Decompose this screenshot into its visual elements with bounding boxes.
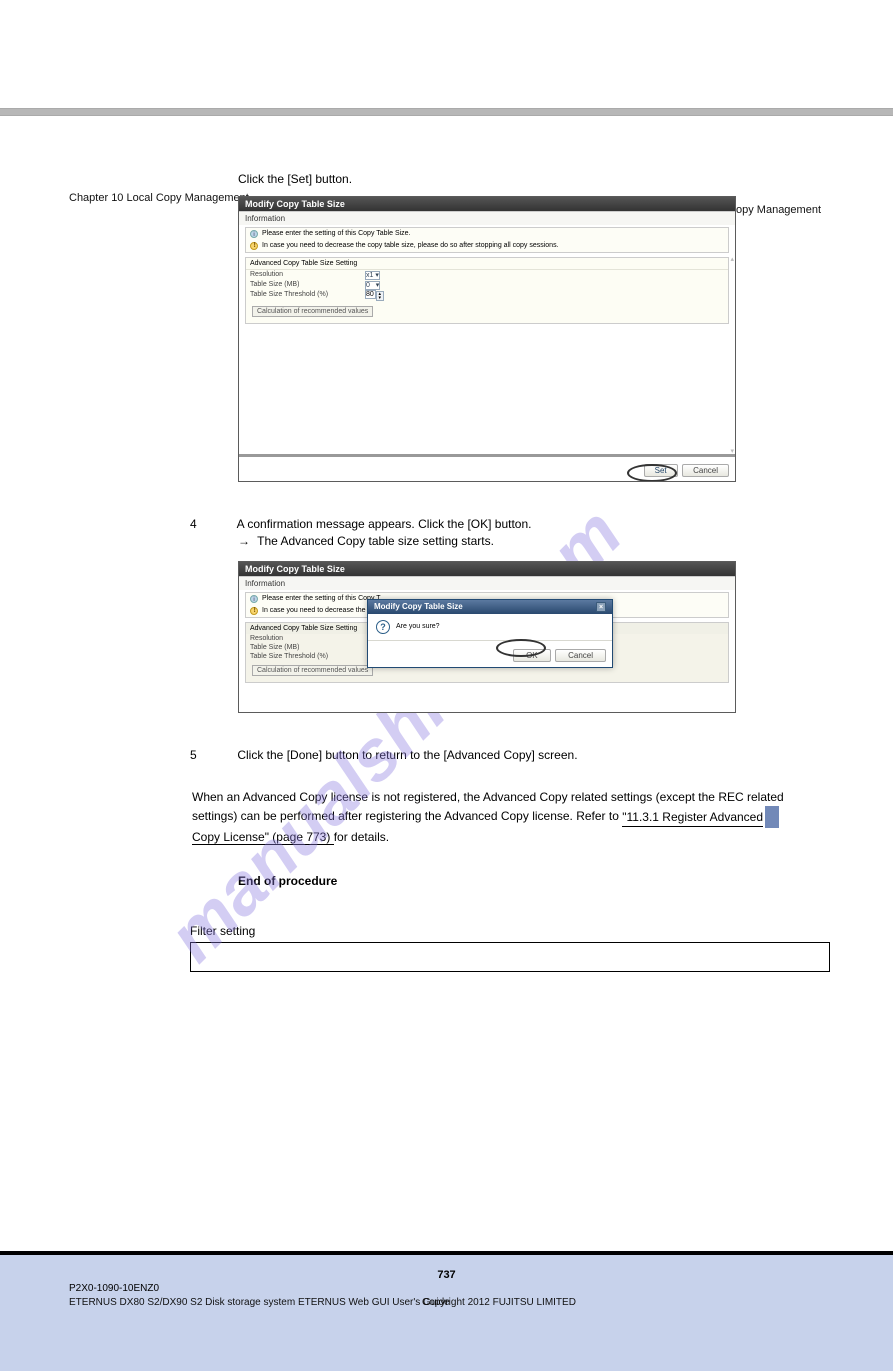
step-4: 4 A confirmation message appears. Click … xyxy=(190,516,823,551)
license-link[interactable]: "11.3.1 Register Advanced xyxy=(622,808,763,827)
header-divider xyxy=(0,108,893,116)
step-4-number: 4 xyxy=(190,516,234,533)
tablesize-select[interactable]: 0 ▾ xyxy=(365,281,380,290)
dialog-cancel-button[interactable]: Cancel xyxy=(555,649,606,662)
threshold-label: Table Size Threshold (%) xyxy=(250,291,365,301)
scroll-indicator-bottom: ▾ xyxy=(730,447,734,455)
note-block: When an Advanced Copy license is not reg… xyxy=(192,788,823,846)
confirm-dialog: Modify Copy Table Size × ? Are you sure?… xyxy=(367,599,613,668)
doc-id: P2X0-1090-10ENZ0 xyxy=(69,1283,159,1294)
resolution-select[interactable]: x1 ▾ xyxy=(365,271,380,280)
threshold-spin-up-down[interactable]: ▴▾ xyxy=(376,291,384,301)
step-4-text-a: A confirmation message appears. Click th… xyxy=(237,517,532,531)
scroll-indicator-top: ▴ xyxy=(730,255,734,263)
dialog-footer: OK Cancel xyxy=(368,640,612,667)
resolution-label: Resolution xyxy=(250,271,365,279)
step-3-text: Click the [Set] button. xyxy=(238,172,823,186)
info-text-1: Please enter the setting of this Copy Ta… xyxy=(262,230,411,237)
step-4-text-b: The Advanced Copy table size setting sta… xyxy=(257,534,494,548)
info-icon-2: i xyxy=(250,595,258,603)
note-line2: settings) can be performed after registe… xyxy=(192,809,622,823)
info-heading: Information xyxy=(239,211,735,225)
note-line1: When an Advanced Copy license is not reg… xyxy=(192,790,784,804)
settings-section: Advanced Copy Table Size Setting Resolut… xyxy=(245,257,729,324)
license-link-line2[interactable]: Copy License" (page 773) xyxy=(192,830,334,845)
row-tablesize: Table Size (MB) 0 ▾ xyxy=(246,280,728,290)
dialog-message: Are you sure? xyxy=(396,623,440,630)
tablesize-label: Table Size (MB) xyxy=(250,281,365,289)
dialog-title: Modify Copy Table Size xyxy=(374,602,463,612)
info-line-2: In case you need to decrease the copy ta… xyxy=(246,240,728,252)
info-text-2b: In case you need to decrease the copy xyxy=(262,607,382,614)
warning-icon-2 xyxy=(250,607,258,615)
copyright: Copyright 2012 FUJITSU LIMITED xyxy=(422,1297,576,1308)
set-button-highlight-circle xyxy=(627,464,677,482)
chapter-header: Chapter 10 Local Copy Management xyxy=(69,192,249,204)
step-5-number: 5 xyxy=(190,747,234,764)
note-tail: for details. xyxy=(334,830,389,844)
doc-id-and-title: ETERNUS DX80 S2/DX90 S2 Disk storage sys… xyxy=(69,1297,450,1308)
filter-setting-frame xyxy=(190,942,830,972)
step-5: 5 Click the [Done] button to return to t… xyxy=(190,747,823,764)
dialog-body: ? Are you sure? xyxy=(368,614,612,640)
question-icon: ? xyxy=(376,620,390,634)
settings-section-title: Advanced Copy Table Size Setting xyxy=(246,258,728,270)
page-number: 737 xyxy=(437,1269,455,1281)
close-icon[interactable]: × xyxy=(596,602,606,612)
dialog-titlebar: Modify Copy Table Size × xyxy=(368,600,612,614)
info-heading-2: Information xyxy=(239,576,735,590)
page-footer: 737 ETERNUS DX80 S2/DX90 S2 Disk storage… xyxy=(0,1251,893,1371)
info-text-2: In case you need to decrease the copy ta… xyxy=(262,242,559,249)
calc-recommended-button[interactable]: Calculation of recommended values xyxy=(252,306,373,317)
screenshot-1-window: Modify Copy Table Size Information i Plea… xyxy=(238,196,736,482)
chapter-prefix: Chapter 10 Local Copy Management xyxy=(69,192,249,204)
window-title: Modify Copy Table Size xyxy=(239,197,735,211)
ok-button-highlight-circle xyxy=(496,639,546,657)
threshold-spinner[interactable]: 80 xyxy=(365,290,376,299)
calc-recommended-button-2[interactable]: Calculation of recommended values xyxy=(252,665,373,676)
info-icon: i xyxy=(250,230,258,238)
footer-body: 737 ETERNUS DX80 S2/DX90 S2 Disk storage… xyxy=(0,1255,893,1371)
cancel-button[interactable]: Cancel xyxy=(682,464,729,477)
window-footer: Set Cancel xyxy=(239,454,735,481)
warning-icon xyxy=(250,242,258,250)
page-ref-marker xyxy=(765,806,779,828)
row-resolution: Resolution x1 ▾ xyxy=(246,270,728,280)
end-of-procedure: End of procedure xyxy=(238,874,823,888)
row-threshold: Table Size Threshold (%) 80▴▾ xyxy=(246,290,728,302)
info-box: i Please enter the setting of this Copy T… xyxy=(245,227,729,253)
screenshot-2-window: Modify Copy Table Size Information i Plea… xyxy=(238,561,736,713)
filter-setting-block: Filter setting xyxy=(190,924,830,972)
arrow-icon xyxy=(234,534,254,548)
info-text-1b: Please enter the setting of this Copy T xyxy=(262,595,381,602)
window2-title: Modify Copy Table Size xyxy=(239,562,735,576)
step-5-text: Click the [Done] button to return to the… xyxy=(237,748,577,762)
filter-setting-title: Filter setting xyxy=(190,924,830,938)
info-line-1: i Please enter the setting of this Copy T… xyxy=(246,228,728,240)
